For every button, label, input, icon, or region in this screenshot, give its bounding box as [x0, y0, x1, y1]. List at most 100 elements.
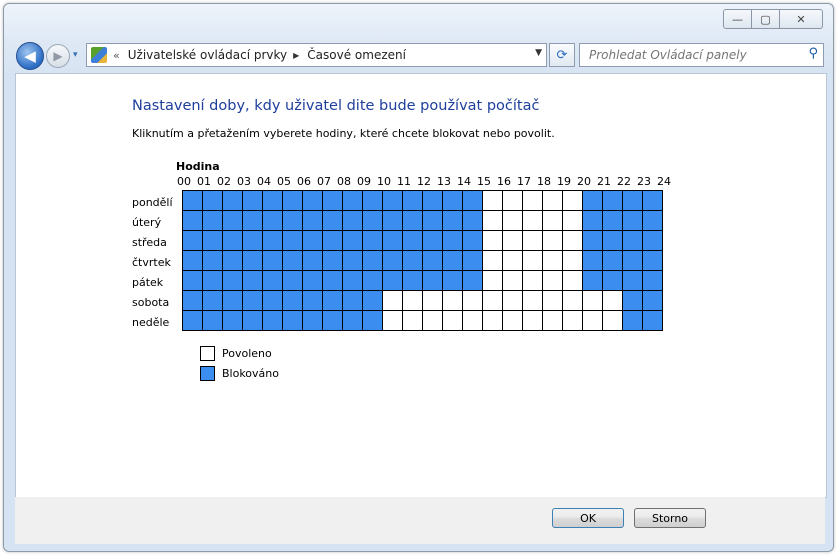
hour-cell[interactable]	[543, 311, 563, 331]
hour-cell[interactable]	[603, 291, 623, 311]
hour-cell[interactable]	[563, 231, 583, 251]
hour-cell[interactable]	[523, 251, 543, 271]
hour-cell[interactable]	[363, 211, 383, 231]
hour-cell[interactable]	[423, 291, 443, 311]
hour-cell[interactable]	[523, 271, 543, 291]
breadcrumb-user-accounts[interactable]: Uživatelské ovládací prvky	[128, 48, 287, 62]
ok-button[interactable]: OK	[552, 508, 624, 528]
hour-cell[interactable]	[423, 231, 443, 251]
maximize-button[interactable]: ▢	[752, 9, 780, 29]
hour-cell[interactable]	[523, 311, 543, 331]
hour-cell[interactable]	[443, 311, 463, 331]
hour-cell[interactable]	[303, 251, 323, 271]
hour-cell[interactable]	[583, 271, 603, 291]
hour-cell[interactable]	[503, 291, 523, 311]
hour-cell[interactable]	[283, 291, 303, 311]
hour-cell[interactable]	[623, 291, 643, 311]
forward-button[interactable]: ▶	[46, 44, 70, 68]
hour-cell[interactable]	[223, 191, 243, 211]
hour-cell[interactable]	[183, 231, 203, 251]
hour-cell[interactable]	[583, 291, 603, 311]
hour-cell[interactable]	[243, 271, 263, 291]
hour-cell[interactable]	[523, 231, 543, 251]
hour-cell[interactable]	[303, 271, 323, 291]
hour-cell[interactable]	[403, 191, 423, 211]
hour-cell[interactable]	[503, 191, 523, 211]
hour-cell[interactable]	[503, 231, 523, 251]
breadcrumb-separator-icon[interactable]: ▶	[293, 51, 299, 60]
hour-cell[interactable]	[543, 291, 563, 311]
hour-cell[interactable]	[203, 231, 223, 251]
hour-cell[interactable]	[243, 231, 263, 251]
hour-cell[interactable]	[223, 231, 243, 251]
hour-cell[interactable]	[323, 231, 343, 251]
hour-cell[interactable]	[383, 311, 403, 331]
address-dropdown-icon[interactable]: ▼	[535, 48, 542, 58]
hour-cell[interactable]	[243, 191, 263, 211]
hour-cell[interactable]	[263, 211, 283, 231]
recent-pages-button[interactable]: ▾	[73, 50, 78, 60]
hour-cell[interactable]	[623, 311, 643, 331]
hour-cell[interactable]	[423, 311, 443, 331]
hour-cell[interactable]	[183, 191, 203, 211]
hour-cell[interactable]	[183, 291, 203, 311]
hour-cell[interactable]	[463, 311, 483, 331]
hour-cell[interactable]	[643, 251, 663, 271]
hour-cell[interactable]	[303, 191, 323, 211]
hour-cell[interactable]	[483, 211, 503, 231]
hour-cell[interactable]	[263, 311, 283, 331]
hour-cell[interactable]	[303, 231, 323, 251]
hour-cell[interactable]	[203, 211, 223, 231]
hour-cell[interactable]	[183, 211, 203, 231]
hour-cell[interactable]	[503, 271, 523, 291]
hour-cell[interactable]	[403, 211, 423, 231]
hour-cell[interactable]	[483, 311, 503, 331]
hour-cell[interactable]	[203, 251, 223, 271]
hour-cell[interactable]	[643, 311, 663, 331]
hour-cell[interactable]	[483, 191, 503, 211]
hour-cell[interactable]	[543, 271, 563, 291]
hour-cell[interactable]	[523, 211, 543, 231]
search-icon[interactable]: ⚲	[808, 46, 818, 61]
hour-cell[interactable]	[363, 271, 383, 291]
hour-cell[interactable]	[343, 311, 363, 331]
hour-cell[interactable]	[443, 291, 463, 311]
hour-cell[interactable]	[203, 291, 223, 311]
hour-cell[interactable]	[403, 271, 423, 291]
hour-cell[interactable]	[483, 291, 503, 311]
hour-cell[interactable]	[343, 251, 363, 271]
back-button[interactable]: ◀	[16, 42, 44, 70]
hour-cell[interactable]	[623, 191, 643, 211]
hour-cell[interactable]	[643, 191, 663, 211]
hour-cell[interactable]	[623, 251, 643, 271]
hour-cell[interactable]	[223, 311, 243, 331]
hour-cell[interactable]	[243, 291, 263, 311]
hour-cell[interactable]	[303, 291, 323, 311]
hour-cell[interactable]	[183, 311, 203, 331]
hour-cell[interactable]	[203, 311, 223, 331]
hour-cell[interactable]	[463, 191, 483, 211]
hour-cell[interactable]	[603, 251, 623, 271]
hour-cell[interactable]	[423, 211, 443, 231]
hour-cell[interactable]	[583, 251, 603, 271]
hour-cell[interactable]	[563, 291, 583, 311]
hour-cell[interactable]	[283, 211, 303, 231]
hour-cell[interactable]	[343, 211, 363, 231]
hour-cell[interactable]	[583, 211, 603, 231]
close-button[interactable]: ✕	[780, 9, 823, 29]
hour-cell[interactable]	[563, 311, 583, 331]
hour-cell[interactable]	[483, 251, 503, 271]
breadcrumb-overflow[interactable]: «	[113, 49, 120, 62]
hour-cell[interactable]	[423, 191, 443, 211]
hour-cell[interactable]	[623, 271, 643, 291]
hour-cell[interactable]	[203, 271, 223, 291]
hour-cell[interactable]	[383, 211, 403, 231]
hour-cell[interactable]	[403, 251, 423, 271]
hour-cell[interactable]	[303, 311, 323, 331]
hour-cell[interactable]	[283, 251, 303, 271]
hour-cell[interactable]	[363, 291, 383, 311]
hour-cell[interactable]	[343, 271, 363, 291]
breadcrumb-time-limits[interactable]: Časové omezení	[307, 48, 406, 62]
hour-cell[interactable]	[263, 191, 283, 211]
hour-cell[interactable]	[543, 231, 563, 251]
